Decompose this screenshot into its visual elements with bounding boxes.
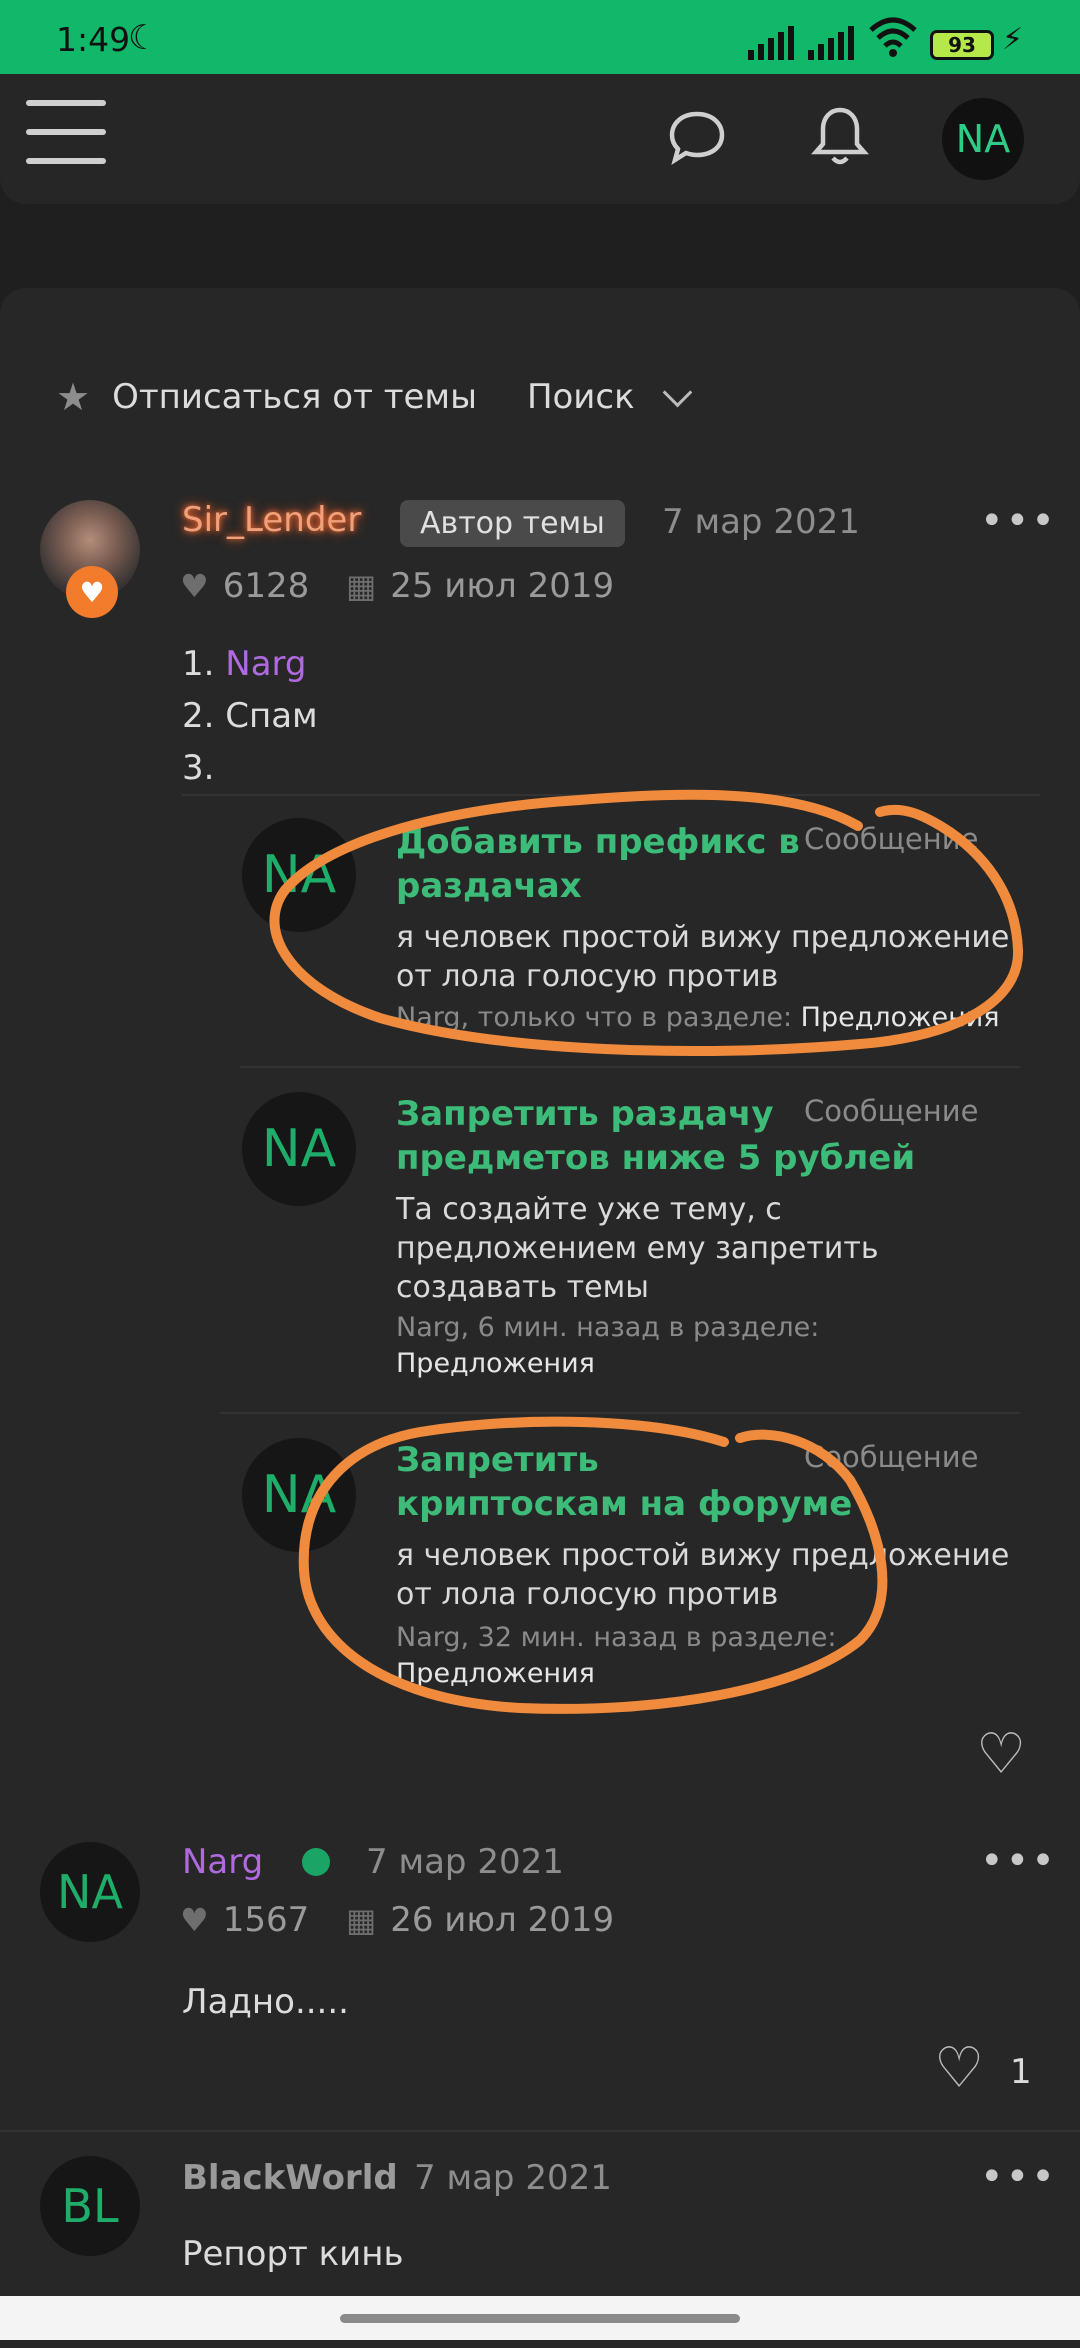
avatar[interactable]: NA: [40, 1842, 140, 1942]
heart-icon: ♥: [180, 1901, 209, 1939]
divider: [0, 2130, 1080, 2132]
joined-stat: ▦ 26 июл 2019: [346, 1900, 614, 1940]
like-button-icon[interactable]: ♡: [976, 1722, 1026, 1787]
avatar[interactable]: BL: [40, 2156, 140, 2256]
likes-stat: ♥ 1567: [180, 1900, 309, 1940]
home-indicator[interactable]: [340, 2314, 740, 2323]
post-username[interactable]: BlackWorld: [182, 2158, 398, 2198]
calendar-icon: ▦: [346, 1901, 377, 1939]
online-indicator: [302, 1848, 330, 1876]
likes-count: 1567: [222, 1900, 310, 1940]
reaction-count: 1: [1010, 2052, 1032, 2092]
post-body: Репорт кинь: [182, 2234, 404, 2274]
post-body: Ладно.....: [182, 1982, 349, 2022]
post-date[interactable]: 7 мар 2021: [414, 2158, 612, 2198]
more-options-icon[interactable]: •••: [980, 1838, 1057, 1884]
post-date[interactable]: 7 мар 2021: [366, 1842, 564, 1882]
like-button-icon[interactable]: ♡: [934, 2036, 984, 2101]
post-username[interactable]: Narg: [182, 1842, 263, 1882]
joined-date: 26 июл 2019: [390, 1900, 615, 1940]
highlight-annotations: [269, 789, 1024, 1714]
more-options-icon[interactable]: •••: [980, 2154, 1057, 2200]
